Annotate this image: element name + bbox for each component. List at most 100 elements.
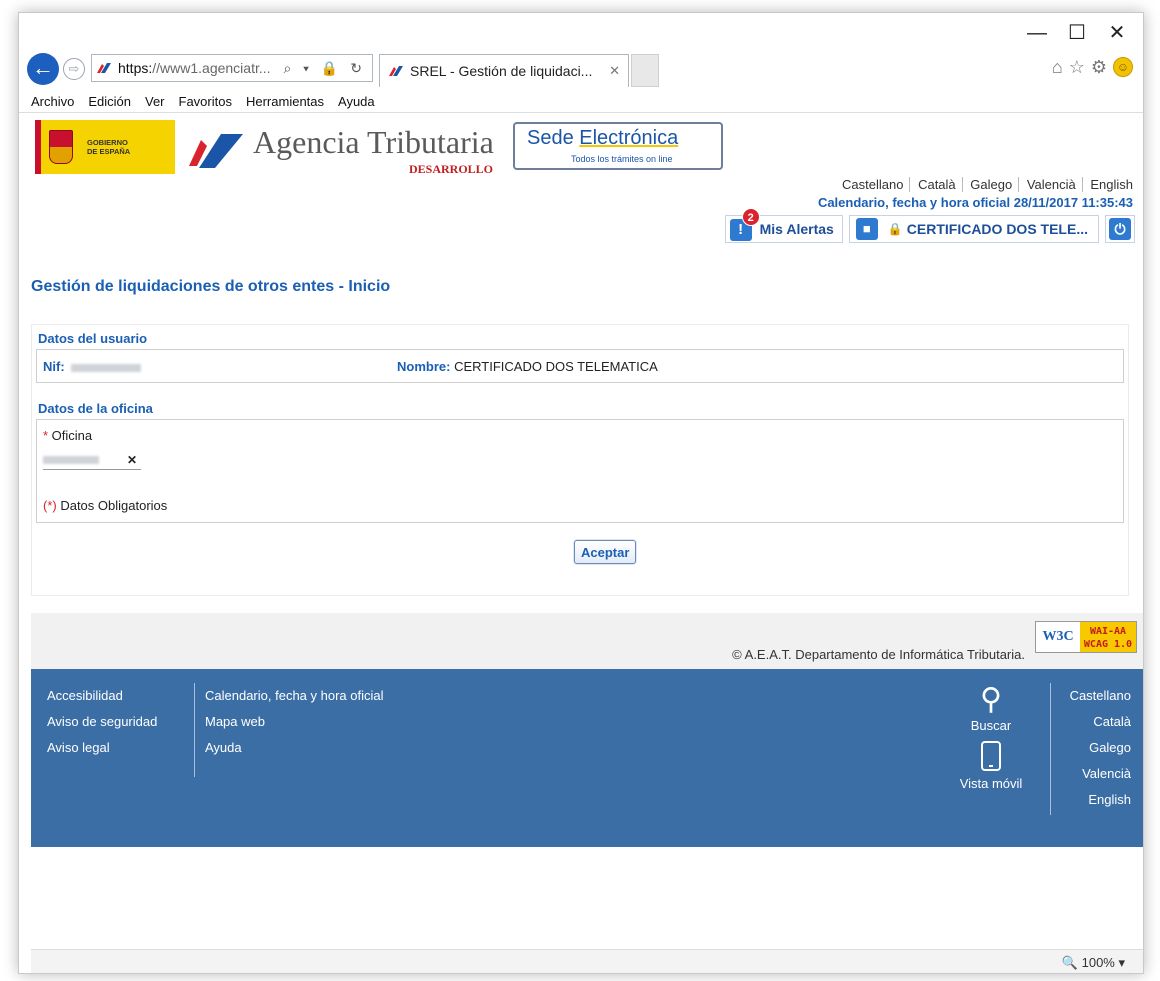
browser-toolbar-icons: ⌂ ☆ ⚙ ☺: [1052, 57, 1133, 78]
address-bar[interactable]: https: //www1.agenciatr... ⌕ ▾ 🔒 ↻: [91, 54, 373, 82]
user-data-box: Nif: Nombre: CERTIFICADO DOS TELEMATICA: [36, 349, 1124, 383]
search-label: Buscar: [970, 718, 1012, 733]
w3c-wai-aa-badge[interactable]: W3C WAI-AA WCAG 1.0: [1035, 621, 1137, 653]
alerts-count-badge: 2: [741, 208, 760, 226]
official-calendar-link[interactable]: Calendario, fecha y hora oficial 28/11/2…: [818, 195, 1133, 210]
clear-office-icon[interactable]: ✕: [127, 453, 137, 467]
lang-castellano[interactable]: Castellano: [842, 177, 911, 192]
lang-galego[interactable]: Galego: [970, 177, 1020, 192]
zoom-control[interactable]: 🔍 100% ▾: [1062, 955, 1125, 971]
aeat-favicon-icon: [97, 63, 111, 73]
window-caption-buttons: — ☐ ✕: [1017, 21, 1137, 45]
alerts-label: Mis Alertas: [759, 221, 834, 237]
menu-ver[interactable]: Ver: [145, 94, 165, 109]
footer-top-bar: © A.E.A.T. Departamento de Informática T…: [31, 613, 1143, 669]
footer-lang-castellano[interactable]: Castellano: [1070, 683, 1131, 709]
mobile-label: Vista móvil: [959, 776, 1023, 791]
footer-divider: [1050, 683, 1051, 815]
agencia-tributaria-logo[interactable]: Agencia Tributaria DESARROLLO: [187, 122, 507, 178]
nif-value-redacted: [70, 363, 141, 372]
aceptar-button[interactable]: Aceptar: [574, 540, 637, 564]
search-icon: ⚲: [980, 683, 1002, 716]
mis-alertas-button[interactable]: ! 2 Mis Alertas: [724, 208, 843, 243]
sede-subtitle: Todos los trámites on line: [571, 154, 673, 164]
favorites-star-icon[interactable]: ☆: [1069, 57, 1085, 78]
certificate-label: CERTIFICADO DOS TELE...: [906, 221, 1088, 237]
tab-close-icon[interactable]: ✕: [609, 63, 620, 79]
environment-label: DESARROLLO: [409, 162, 494, 176]
certificate-user-button[interactable]: ■ 🔒 CERTIFICADO DOS TELE...: [848, 215, 1099, 243]
wai-aa-label: WAI-AA WCAG 1.0: [1080, 622, 1136, 652]
lock-icon: 🔒: [887, 222, 903, 236]
footer-languages: Castellano Català Galego Valencià Englis…: [1070, 683, 1131, 813]
footer-link-ayuda[interactable]: Ayuda: [205, 735, 384, 761]
footer-tools: ⚲ Buscar Vista móvil: [951, 683, 1031, 793]
office-input[interactable]: ✕: [43, 450, 141, 470]
menu-favoritos[interactable]: Favoritos: [179, 94, 232, 109]
menu-edicion[interactable]: Edición: [88, 94, 131, 109]
feedback-smiley-icon[interactable]: ☺: [1113, 57, 1133, 77]
footer-search-link[interactable]: ⚲ Buscar: [951, 683, 1031, 735]
menu-ayuda[interactable]: Ayuda: [338, 94, 375, 109]
user-section-heading: Datos del usuario: [38, 331, 148, 346]
lang-valencia[interactable]: Valencià: [1026, 177, 1083, 192]
language-selector: Castellano Català Galego Valencià Englis…: [838, 177, 1133, 192]
copyright-text: © A.E.A.T. Departamento de Informática T…: [732, 647, 1025, 662]
tab-title: SREL - Gestión de liquidaci...: [410, 63, 593, 79]
settings-gear-icon[interactable]: ⚙: [1091, 57, 1107, 78]
browser-tab[interactable]: SREL - Gestión de liquidaci... ✕: [379, 54, 629, 87]
browser-status-bar: 🔍 100% ▾: [31, 949, 1143, 973]
footer-link-mapa-web[interactable]: Mapa web: [205, 709, 384, 735]
lang-english[interactable]: English: [1090, 177, 1133, 192]
coat-of-arms-icon: [49, 130, 73, 164]
footer-link-aviso-seguridad[interactable]: Aviso de seguridad: [47, 709, 157, 735]
office-value-redacted: [43, 455, 99, 464]
user-toolbar: ! 2 Mis Alertas ■ 🔒 CERTIFICADO DOS TELE…: [724, 208, 1135, 243]
address-tools-icon[interactable]: ⌕ ▾ 🔒 ↻: [283, 60, 366, 77]
user-icon: ■: [855, 218, 878, 240]
back-button[interactable]: ←: [27, 53, 59, 85]
mandatory-fields-note: (*) Datos Obligatorios: [43, 498, 168, 513]
menu-archivo[interactable]: Archivo: [31, 94, 74, 109]
logo-red-bar: [35, 120, 41, 174]
sede-title: Sede Electrónica: [527, 127, 679, 149]
footer-divider: [194, 683, 195, 777]
menu-herramientas[interactable]: Herramientas: [246, 94, 324, 109]
footer-mobile-link[interactable]: Vista móvil: [951, 741, 1031, 793]
nif-label: Nif:: [43, 359, 65, 374]
footer-lang-catala[interactable]: Català: [1070, 709, 1131, 735]
power-icon: ⏻: [1109, 218, 1131, 240]
lang-catala[interactable]: Català: [918, 177, 963, 192]
aeat-favicon-icon: [389, 66, 403, 76]
office-section-heading: Datos de la oficina: [38, 401, 153, 416]
close-window-button[interactable]: ✕: [1097, 21, 1137, 45]
footer-column-1: Accesibilidad Aviso de seguridad Aviso l…: [47, 683, 157, 761]
office-label: * Oficina: [43, 428, 93, 443]
agency-name: Agencia Tributaria: [253, 124, 494, 160]
name-value: CERTIFICADO DOS TELEMATICA: [454, 359, 658, 374]
footer-link-aviso-legal[interactable]: Aviso legal: [47, 735, 157, 761]
new-tab-button[interactable]: [631, 54, 659, 87]
nif-field: Nif:: [43, 359, 141, 374]
footer-column-2: Calendario, fecha y hora oficial Mapa we…: [205, 683, 384, 761]
footer-link-calendario[interactable]: Calendario, fecha y hora oficial: [205, 683, 384, 709]
minimize-button[interactable]: —: [1017, 21, 1057, 45]
footer-link-accesibilidad[interactable]: Accesibilidad: [47, 683, 157, 709]
footer-lang-valencia[interactable]: Valencià: [1070, 761, 1131, 787]
navigation-bar: ← ⇨ https: //www1.agenciatr... ⌕ ▾ 🔒 ↻ S…: [25, 49, 1139, 89]
footer-lang-galego[interactable]: Galego: [1070, 735, 1131, 761]
home-icon[interactable]: ⌂: [1052, 57, 1063, 78]
url-text: //www1.agenciatr...: [152, 60, 271, 76]
sede-electronica-logo[interactable]: Sede Electrónica Todos los trámites on l…: [513, 122, 723, 170]
footer-lang-english[interactable]: English: [1070, 787, 1131, 813]
gobierno-espana-logo[interactable]: GOBIERNO DE ESPAÑA: [35, 120, 175, 174]
aeat-swoosh-icon: [189, 134, 243, 168]
page-title: Gestión de liquidaciones de otros entes …: [31, 278, 391, 295]
footer-links: Accesibilidad Aviso de seguridad Aviso l…: [31, 669, 1143, 847]
forward-button[interactable]: ⇨: [63, 58, 85, 80]
browser-window: — ☐ ✕ ← ⇨ https: //www1.agenciatr... ⌕ ▾…: [18, 12, 1144, 974]
logout-button[interactable]: ⏻: [1105, 215, 1135, 243]
maximize-button[interactable]: ☐: [1057, 21, 1097, 45]
form-panel: Datos del usuario Nif: Nombre: CERTIFICA…: [31, 324, 1129, 596]
menu-bar: Archivo Edición Ver Favoritos Herramient…: [19, 91, 1143, 113]
